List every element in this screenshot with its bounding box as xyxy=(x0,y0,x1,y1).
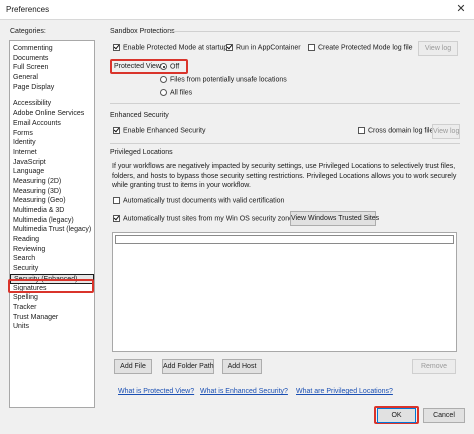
category-item[interactable]: Page Display xyxy=(10,83,94,93)
categories-label: Categories: xyxy=(10,28,46,35)
divider xyxy=(110,143,460,144)
cross-domain-label: Cross domain log file xyxy=(368,127,434,135)
pv-unsafe-label: Files from potentially unsafe locations xyxy=(170,76,287,84)
add-host-button[interactable]: Add Host xyxy=(222,359,262,374)
radio-icon[interactable] xyxy=(160,89,167,96)
view-trusted-sites-button[interactable]: View Windows Trusted Sites xyxy=(290,211,379,226)
category-item[interactable]: Search xyxy=(10,254,94,264)
window-title: Preferences xyxy=(6,5,50,14)
category-item[interactable]: Spelling xyxy=(10,293,94,303)
auto-trust-cert-checkbox[interactable]: Automatically trust documents with valid… xyxy=(113,197,284,204)
run-in-appcontainer-label: Run in AppContainer xyxy=(236,44,301,52)
checkbox-icon[interactable] xyxy=(308,44,315,51)
pv-all-label: All files xyxy=(170,89,193,97)
title-bar: Preferences ✕ xyxy=(0,0,474,20)
category-item[interactable]: Multimedia & 3D xyxy=(10,206,94,216)
category-item[interactable]: Adobe Online Services xyxy=(10,109,94,119)
enhanced-view-log-button[interactable]: View log xyxy=(432,124,460,139)
radio-icon[interactable] xyxy=(160,63,167,70)
remove-button[interactable]: Remove xyxy=(412,359,456,374)
add-folder-path-button[interactable]: Add Folder Path xyxy=(162,359,214,374)
create-log-checkbox[interactable]: Create Protected Mode log file xyxy=(308,44,413,51)
pv-off-radio[interactable]: Off xyxy=(160,63,179,70)
close-icon[interactable]: ✕ xyxy=(454,2,468,16)
category-item[interactable]: Accessibility xyxy=(10,99,94,109)
category-item[interactable]: Documents xyxy=(10,54,94,64)
category-item[interactable]: Multimedia (legacy) xyxy=(10,216,94,226)
checkbox-icon[interactable] xyxy=(358,127,365,134)
enhanced-title: Enhanced Security xyxy=(110,112,169,119)
view-log-button[interactable]: View log xyxy=(418,41,458,56)
auto-trust-win-os-checkbox[interactable]: Automatically trust sites from my Win OS… xyxy=(113,215,297,222)
add-file-button[interactable]: Add File xyxy=(114,359,152,374)
category-item[interactable]: Measuring (3D) xyxy=(10,187,94,197)
pv-unsafe-radio[interactable]: Files from potentially unsafe locations xyxy=(160,76,287,83)
category-item[interactable]: Reviewing xyxy=(10,245,94,255)
checkbox-icon[interactable] xyxy=(226,44,233,51)
auto-trust-cert-label: Automatically trust documents with valid… xyxy=(123,197,285,205)
protected-view-label: Protected View xyxy=(114,63,161,70)
cancel-button[interactable]: Cancel xyxy=(423,408,465,423)
category-item[interactable]: Security xyxy=(10,264,94,274)
privileged-description: If your workflows are negatively impacte… xyxy=(112,163,457,189)
category-item[interactable]: Multimedia Trust (legacy) xyxy=(10,225,94,235)
divider xyxy=(110,103,460,104)
category-item[interactable]: General xyxy=(10,73,94,83)
link-protected-view[interactable]: What is Protected View? xyxy=(118,388,194,395)
pv-all-radio[interactable]: All files xyxy=(160,89,192,96)
enable-enhanced-label: Enable Enhanced Security xyxy=(123,127,206,135)
category-item[interactable]: Commenting xyxy=(10,44,94,54)
category-item[interactable]: Trust Manager xyxy=(10,313,94,323)
category-item[interactable]: Forms xyxy=(10,129,94,139)
category-item[interactable]: Measuring (Geo) xyxy=(10,196,94,206)
list-header xyxy=(115,235,454,244)
categories-list[interactable]: Commenting Documents Full Screen General Pag… xyxy=(9,40,95,408)
privileged-locations-list[interactable] xyxy=(112,232,457,352)
category-item[interactable]: Email Accounts xyxy=(10,119,94,129)
checkbox-icon[interactable] xyxy=(113,127,120,134)
privileged-title: Privileged Locations xyxy=(110,149,173,156)
selection-highlight xyxy=(8,279,94,293)
enable-protected-mode-checkbox[interactable]: Enable Protected Mode at startup xyxy=(113,44,227,51)
link-privileged-locations[interactable]: What are Privileged Locations? xyxy=(296,388,393,395)
sandbox-title: Sandbox Protections xyxy=(110,28,175,35)
category-item[interactable]: Units xyxy=(10,322,94,332)
categories-group-1: Commenting Documents Full Screen General Pag… xyxy=(10,44,94,92)
checkbox-icon[interactable] xyxy=(113,215,120,222)
category-item[interactable]: Internet xyxy=(10,148,94,158)
create-log-label: Create Protected Mode log file xyxy=(318,44,413,52)
category-item[interactable]: JavaScript xyxy=(10,158,94,168)
category-item[interactable]: Measuring (2D) xyxy=(10,177,94,187)
radio-icon[interactable] xyxy=(160,76,167,83)
categories-group-2: Accessibility Adobe Online Services Email … xyxy=(10,99,94,332)
ok-button[interactable]: OK xyxy=(377,408,416,423)
divider xyxy=(170,31,460,32)
category-item[interactable]: Full Screen xyxy=(10,63,94,73)
checkbox-icon[interactable] xyxy=(113,197,120,204)
enable-enhanced-checkbox[interactable]: Enable Enhanced Security xyxy=(113,127,206,134)
enable-protected-mode-label: Enable Protected Mode at startup xyxy=(123,44,228,52)
cross-domain-checkbox[interactable]: Cross domain log file xyxy=(358,127,433,134)
link-enhanced-security[interactable]: What is Enhanced Security? xyxy=(200,388,288,395)
run-in-appcontainer-checkbox[interactable]: Run in AppContainer xyxy=(226,44,301,51)
category-item[interactable]: Identity xyxy=(10,138,94,148)
category-item[interactable]: Tracker xyxy=(10,303,94,313)
category-item[interactable]: Language xyxy=(10,167,94,177)
auto-trust-win-os-label: Automatically trust sites from my Win OS… xyxy=(123,215,297,223)
category-item[interactable]: Reading xyxy=(10,235,94,245)
pv-off-label: Off xyxy=(170,63,180,71)
checkbox-icon[interactable] xyxy=(113,44,120,51)
